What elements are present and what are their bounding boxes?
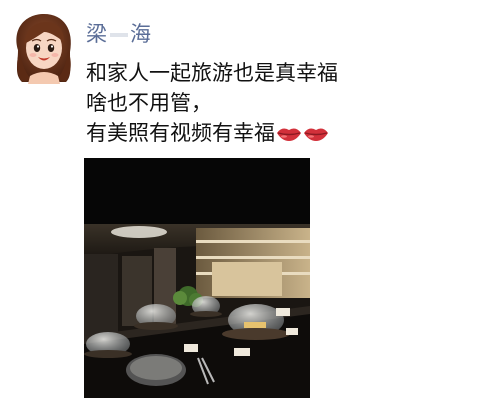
buffet-scene-image [84, 158, 310, 398]
post-line: 和家人一起旅游也是真幸福 [86, 61, 338, 85]
post-line: 啥也不用管， [86, 91, 212, 115]
username[interactable]: 梁海 [86, 18, 152, 48]
censor-mark [110, 33, 128, 37]
post-text: 和家人一起旅游也是真幸福 啥也不用管， 有美照有视频有幸福 [86, 58, 338, 150]
user-avatar[interactable] [10, 10, 76, 84]
username-first: 梁 [86, 22, 108, 46]
cartoon-girl-avatar-icon [16, 14, 71, 84]
lips-icon [303, 120, 329, 150]
lips-icon [276, 120, 302, 150]
video-thumbnail[interactable] [84, 158, 310, 398]
username-last: 海 [130, 22, 152, 46]
post-line: 有美照有视频有幸福 [86, 118, 338, 150]
